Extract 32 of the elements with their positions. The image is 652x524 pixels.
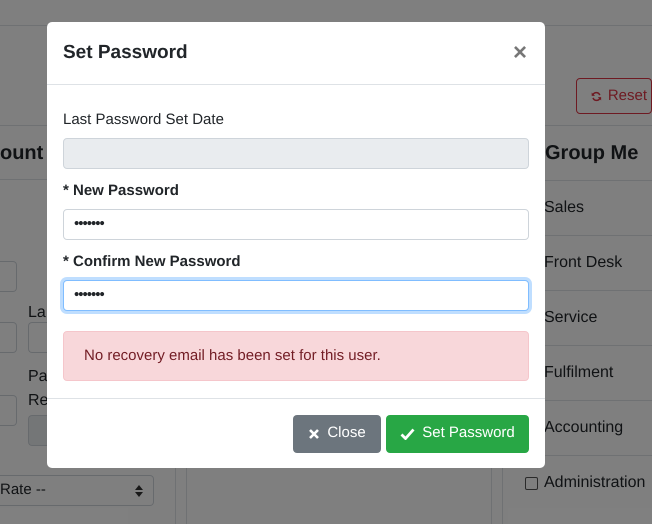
field-label: Last Password Set Date: [63, 110, 225, 130]
group-label: Fulfilment: [544, 363, 614, 383]
checkbox[interactable]: [525, 476, 538, 490]
password-field[interactable]: •••••••: [63, 280, 529, 311]
readonly-field[interactable]: [63, 138, 529, 169]
panel-title: ount: [0, 140, 44, 166]
close-icon: [308, 428, 320, 440]
panel-title: Group Me: [545, 141, 638, 166]
input-field[interactable]: [0, 395, 17, 426]
modal-title: Set Password: [63, 40, 188, 65]
group-label: Service: [544, 308, 598, 328]
alert-message: No recovery email has been set for this user.: [63, 331, 529, 381]
field-label: Re: [28, 391, 50, 411]
close-button[interactable]: Close: [293, 414, 381, 452]
sort-caret-icon: [135, 484, 143, 496]
input-field[interactable]: [0, 322, 17, 353]
group-label: Sales: [544, 198, 584, 218]
group-label: Administration: [544, 473, 646, 493]
set-password-button[interactable]: Set Password: [386, 414, 529, 452]
select-value: Rate --: [0, 480, 46, 500]
check-icon: [400, 428, 416, 440]
close-button[interactable]: ×: [512, 41, 529, 65]
field-label: Pa: [28, 367, 49, 387]
password-field[interactable]: •••••••: [63, 209, 529, 240]
group-label: Accounting: [544, 418, 624, 438]
group-label: Front Desk: [544, 253, 622, 273]
input-field[interactable]: [0, 261, 17, 292]
field-label: * Confirm New Password: [63, 252, 242, 272]
select-field[interactable]: Rate --: [0, 475, 154, 506]
reset-button[interactable]: Reset: [576, 78, 652, 114]
field-label: La: [28, 303, 47, 322]
field-label: * New Password: [63, 181, 180, 201]
